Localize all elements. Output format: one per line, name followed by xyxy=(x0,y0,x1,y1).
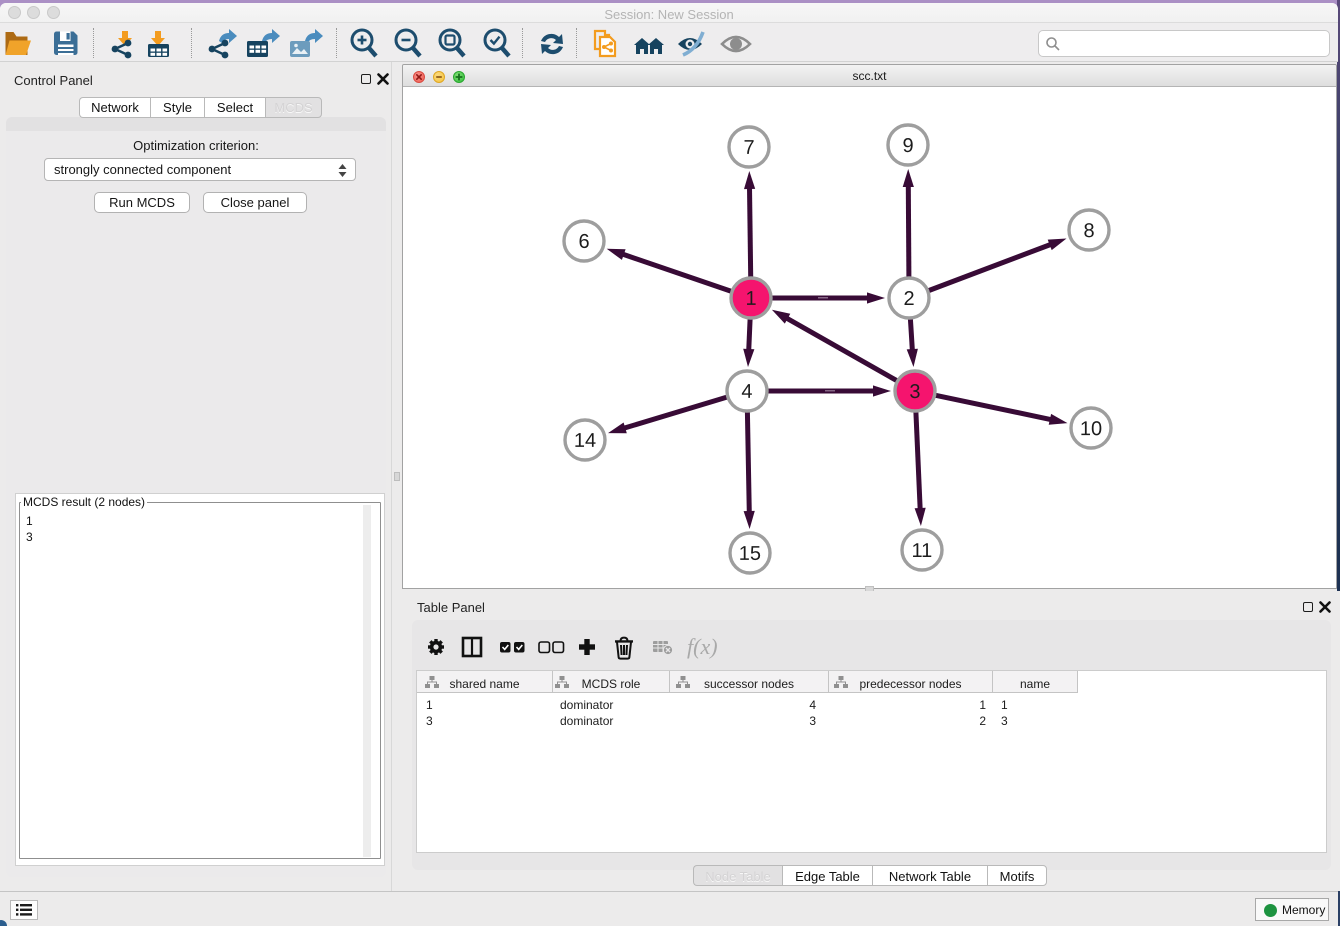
svg-text:6: 6 xyxy=(578,231,589,253)
svg-text:4: 4 xyxy=(741,381,752,403)
svg-text:15: 15 xyxy=(739,543,761,565)
svg-text:8: 8 xyxy=(1083,220,1094,242)
svg-text:1: 1 xyxy=(745,288,756,310)
svg-text:11: 11 xyxy=(912,540,933,562)
svg-text:14: 14 xyxy=(574,430,596,452)
svg-text:3: 3 xyxy=(909,381,920,403)
svg-text:9: 9 xyxy=(903,135,914,157)
svg-text:f(x): f(x) xyxy=(687,634,718,659)
svg-text:7: 7 xyxy=(744,137,755,159)
svg-text:2: 2 xyxy=(903,288,914,310)
svg-text:10: 10 xyxy=(1080,418,1102,440)
